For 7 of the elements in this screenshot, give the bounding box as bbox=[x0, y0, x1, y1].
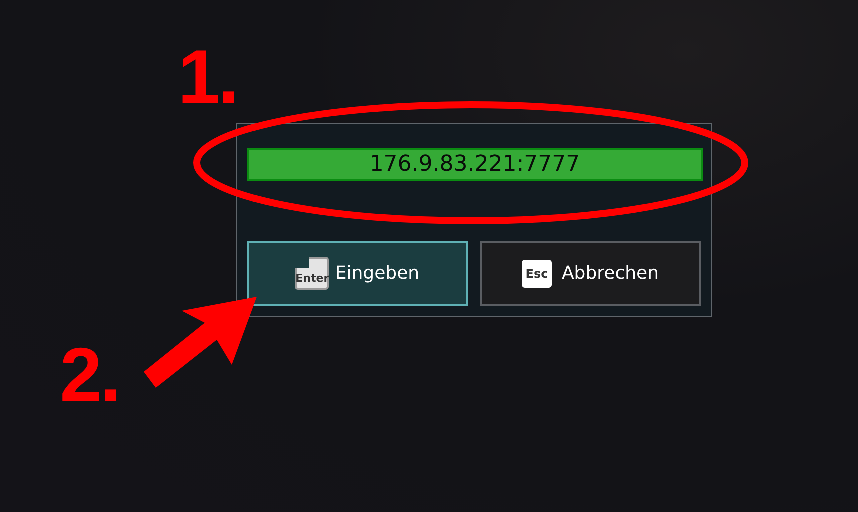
address-field[interactable]: 176.9.83.221:7777 bbox=[247, 148, 703, 181]
button-label: Eingeben bbox=[335, 263, 420, 284]
button-label: Abbrechen bbox=[562, 263, 660, 284]
dialog-button[interactable]: Esc Abbrechen bbox=[480, 241, 701, 306]
key-icon: Esc bbox=[522, 260, 552, 288]
annotation-number: 1. bbox=[178, 40, 238, 116]
annotation-number: 2. bbox=[60, 338, 120, 414]
